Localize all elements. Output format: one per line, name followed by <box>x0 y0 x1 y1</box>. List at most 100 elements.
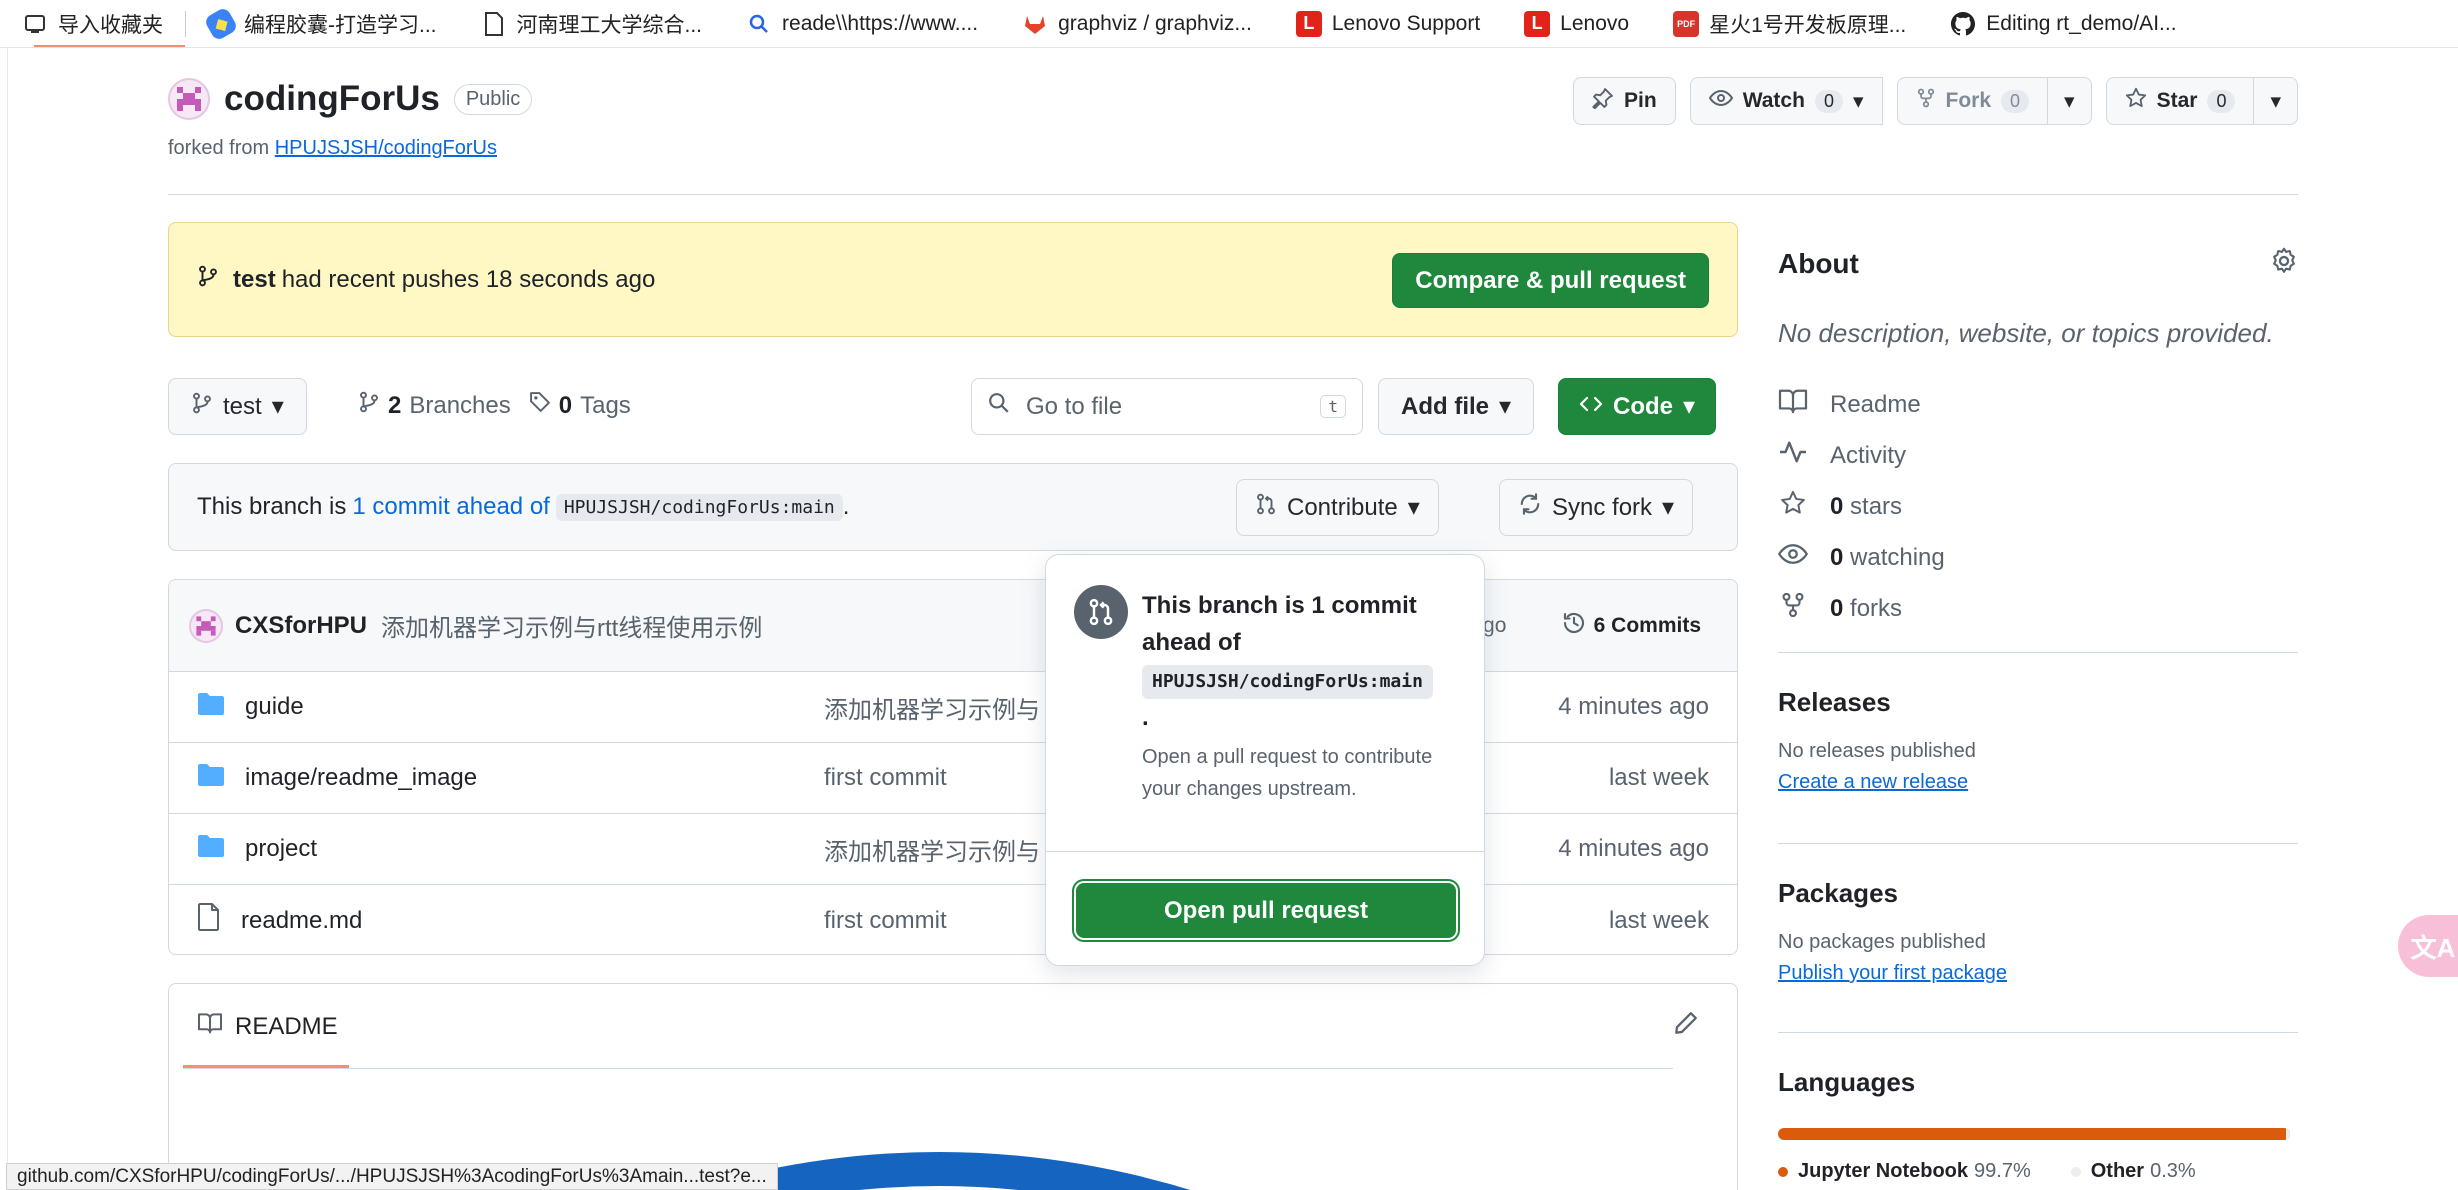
list-item[interactable]: 0 forks <box>1778 583 2298 634</box>
bookmark-item[interactable]: L Lenovo <box>1502 0 1651 47</box>
commits-ahead-link[interactable]: 1 commit ahead of <box>352 493 549 521</box>
commit-author[interactable]: CXSforHPU <box>235 612 367 640</box>
tags-link[interactable]: 0 Tags <box>529 391 631 420</box>
eye-icon <box>1708 87 1733 115</box>
recent-push-text: had recent pushes 18 seconds ago <box>281 265 656 293</box>
list-item[interactable]: Activity <box>1778 430 2298 481</box>
popover-upstream-ref: HPUJSJSH/codingForUs:main <box>1142 665 1433 699</box>
branch-selector[interactable]: test ▾ <box>168 378 307 435</box>
releases-title[interactable]: Releases <box>1778 687 2298 718</box>
publish-package-link[interactable]: Publish your first package <box>1778 962 2007 985</box>
fork-icon <box>1778 592 1808 625</box>
file-commit-message[interactable]: first commit <box>824 907 947 935</box>
gear-icon[interactable] <box>2270 247 2298 280</box>
popover-divider <box>1046 851 1484 852</box>
fork-dropdown-button[interactable]: ▾ <box>2048 77 2092 125</box>
go-to-file-input[interactable]: Go to file t <box>971 378 1363 435</box>
branch-icon <box>197 263 219 296</box>
github-icon <box>1950 11 1976 37</box>
file-name[interactable]: readme.md <box>241 907 362 935</box>
bookmark-item[interactable]: 河南理工大学综合... <box>459 0 725 47</box>
sync-fork-button[interactable]: Sync fork ▾ <box>1499 479 1694 536</box>
language-bar-other <box>2285 1128 2290 1140</box>
packages-title[interactable]: Packages <box>1778 878 2298 909</box>
language-legend: Jupyter Notebook 99.7% Other 0.3% <box>1778 1160 2298 1183</box>
languages-section: Languages Jupyter Notebook 99.7% Other 0.3… <box>1778 1032 2298 1183</box>
list-item[interactable]: 0 watching <box>1777 532 2298 583</box>
avatar[interactable] <box>189 608 223 643</box>
chevron-down-icon: ▾ <box>1683 393 1696 420</box>
file-commit-message[interactable]: first commit <box>824 764 947 792</box>
contribute-button[interactable]: Contribute ▾ <box>1236 479 1439 536</box>
table-row[interactable]: readme.md first commit last week <box>169 885 1737 954</box>
upstream-ref[interactable]: HPUJSJSH/codingForUs:main <box>555 493 843 521</box>
forked-from-link[interactable]: HPUJSJSH/codingForUs <box>275 137 497 159</box>
table-row[interactable]: image/readme_image first commit last wee… <box>169 743 1737 814</box>
recent-push-banner: test had recent pushes 18 seconds ago Co… <box>168 222 1738 337</box>
star-dropdown-button[interactable]: ▾ <box>2254 77 2298 125</box>
shortcut-hint: t <box>1320 395 1346 418</box>
fork-button[interactable]: Fork 0 <box>1896 77 2049 125</box>
current-branch: test <box>223 392 262 420</box>
file-commit-message[interactable]: 添加机器学习示例与 <box>824 690 1040 725</box>
file-table: CXSforHPU 添加机器学习示例与rtt线程使用示例 s ago 6 Com… <box>168 579 1738 955</box>
language-dot <box>1778 1167 1788 1177</box>
lenovo-icon: L <box>1524 10 1551 37</box>
list-item[interactable]: 0 stars <box>1778 481 2298 532</box>
folder-icon <box>197 834 225 865</box>
pin-button[interactable]: Pin <box>1573 77 1676 125</box>
bookmark-item[interactable]: graphviz / graphviz... <box>1000 0 1274 47</box>
file-name[interactable]: project <box>245 835 317 863</box>
branch-icon <box>191 391 213 422</box>
pencil-icon[interactable] <box>1673 1010 1699 1041</box>
contribute-popover: This branch is 1 commit ahead of HPUJSJS… <box>1045 554 1485 966</box>
page-edge <box>0 48 8 1190</box>
table-row[interactable]: project 添加机器学习示例与 4 minutes ago <box>169 814 1737 885</box>
code-icon <box>1579 393 1603 421</box>
tab-readme[interactable]: README <box>197 1012 338 1041</box>
repo-name[interactable]: codingForUs <box>224 79 440 119</box>
doc-icon <box>481 11 507 37</box>
about-title: About <box>1778 248 1859 279</box>
bookmark-label: reade\\https://www.... <box>782 11 979 35</box>
bookmark-label: graphviz / graphviz... <box>1058 11 1252 35</box>
language-item[interactable]: Jupyter Notebook 99.7% <box>1778 1160 2031 1183</box>
forked-from: forked from HPUJSJSH/codingForUs <box>168 137 497 160</box>
star-group: Star 0 ▾ <box>2105 77 2298 125</box>
table-row[interactable]: guide 添加机器学习示例与 4 minutes ago <box>169 672 1737 743</box>
commits-link[interactable]: 6 Commits <box>1562 611 1701 641</box>
search-icon <box>988 392 1010 421</box>
bookmark-item[interactable]: 导入收藏夹 <box>0 0 185 47</box>
book-icon <box>1778 388 1808 421</box>
about-label: Activity <box>1830 441 1907 469</box>
watch-button[interactable]: Watch 0 ▾ <box>1689 77 1883 125</box>
about-description: No description, website, or topics provi… <box>1778 318 2274 348</box>
file-name[interactable]: guide <box>245 693 304 721</box>
star-button[interactable]: Star 0 <box>2105 77 2255 125</box>
pushed-branch-name[interactable]: test <box>233 266 276 294</box>
translate-button[interactable]: 文A <box>2398 915 2458 977</box>
bookmark-item[interactable]: Editing rt_demo/AI... <box>1928 0 2198 47</box>
branches-link[interactable]: 2 Branches <box>358 390 511 421</box>
create-release-link[interactable]: Create a new release <box>1778 771 1968 794</box>
about-count: 0 <box>1830 543 1844 571</box>
bookmark-item[interactable]: ◆ 编程胶囊-打造学习... <box>186 0 459 47</box>
sync-fork-label: Sync fork <box>1552 493 1653 521</box>
add-file-button[interactable]: Add file ▾ <box>1378 378 1535 435</box>
list-item[interactable]: Readme <box>1778 379 2298 430</box>
bookmark-item[interactable]: L Lenovo Support <box>1274 0 1502 47</box>
file-commit-message[interactable]: 添加机器学习示例与 <box>824 832 1040 867</box>
code-button[interactable]: Code ▾ <box>1558 378 1717 435</box>
bookmark-item[interactable]: PDF 星火1号开发板原理... <box>1651 0 1928 47</box>
branches-label: Branches <box>409 391 511 419</box>
open-pull-request-button[interactable]: Open pull request <box>1076 883 1456 938</box>
repo-owner-avatar[interactable] <box>168 78 210 120</box>
commit-message[interactable]: 添加机器学习示例与rtt线程使用示例 <box>381 608 762 643</box>
compare-pull-request-button[interactable]: Compare & pull request <box>1392 253 1709 308</box>
file-name[interactable]: image/readme_image <box>245 764 477 792</box>
status-url: github.com/CXSforHPU/codingForUs/.../HPU… <box>6 1163 778 1190</box>
language-item[interactable]: Other 0.3% <box>2070 1160 2196 1183</box>
add-file-label: Add file <box>1401 392 1489 420</box>
chevron-down-icon: ▾ <box>1852 89 1864 113</box>
bookmark-item[interactable]: reade\\https://www.... <box>724 0 1000 47</box>
